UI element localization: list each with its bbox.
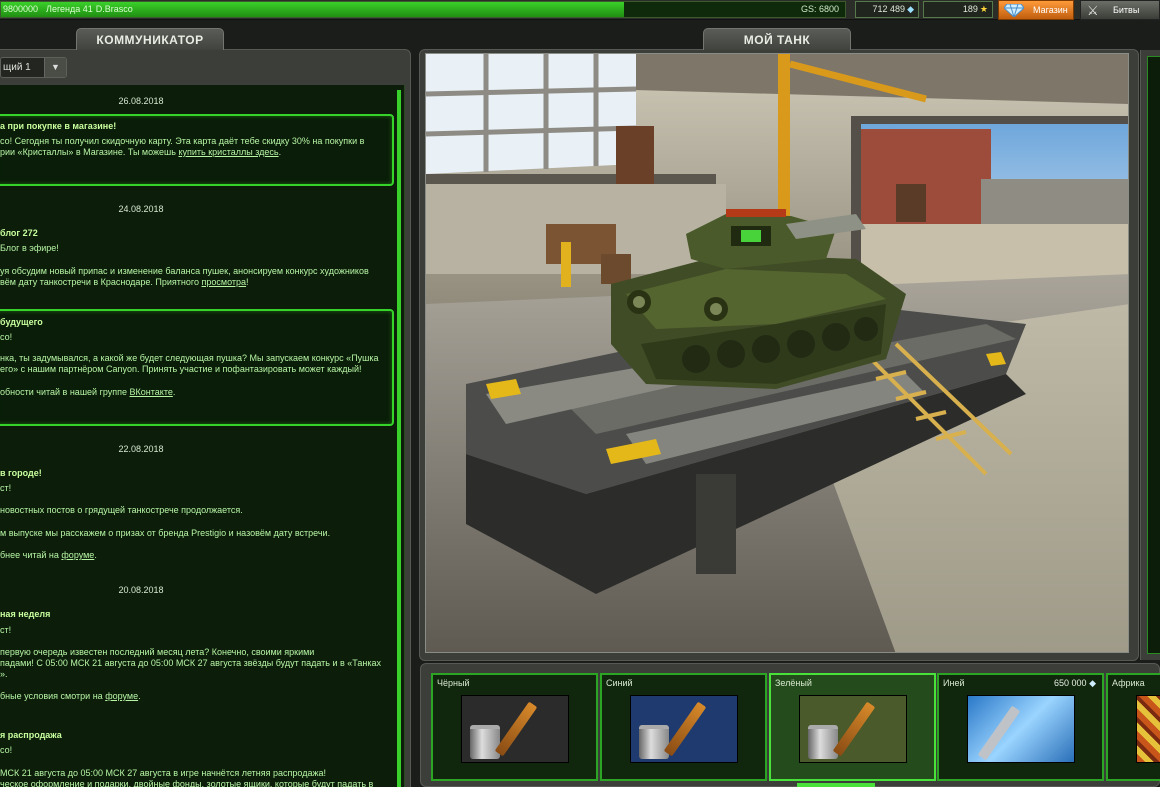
news-title: в городе! bbox=[0, 468, 42, 478]
news-feed[interactable]: 26.08.2018 а при покупке в магазине! со!… bbox=[0, 85, 405, 787]
news-greeting: Блог в эфире! bbox=[0, 243, 59, 253]
gear-score: GS: 6800 bbox=[800, 4, 839, 14]
shop-button[interactable]: Магазин bbox=[998, 0, 1074, 20]
paint-name: Зелёный bbox=[775, 678, 812, 688]
news-title: а при покупке в магазине! bbox=[0, 121, 117, 131]
paint-item-africa[interactable]: Африка bbox=[1106, 673, 1160, 781]
news-link[interactable]: ВКонтакте bbox=[130, 387, 173, 397]
stars-counter: 189 ★ bbox=[923, 1, 993, 18]
paint-name: Африка bbox=[1112, 678, 1145, 688]
news-link-tail: . bbox=[278, 147, 282, 157]
right-side-panel-content bbox=[1147, 56, 1160, 654]
news-title: ная неделя bbox=[0, 609, 51, 619]
news-date: 26.08.2018 bbox=[118, 96, 164, 106]
news-greeting: ст! bbox=[0, 625, 12, 635]
battles-button[interactable]: ⚔ Битвы bbox=[1080, 0, 1160, 20]
paint-can-icon bbox=[808, 725, 838, 759]
paint-swatch bbox=[1136, 695, 1160, 763]
paint-price: 650 000 ◆ bbox=[1054, 678, 1096, 689]
paint-can-icon bbox=[470, 725, 500, 759]
chevron-down-icon[interactable]: ▼ bbox=[44, 58, 66, 77]
news-text-with-link: бные условия смотри на форуме. bbox=[0, 691, 141, 702]
channel-dropdown[interactable]: щий 1 ▼ bbox=[0, 57, 67, 78]
news-link[interactable]: форуме bbox=[105, 691, 138, 701]
diamond-icon bbox=[1004, 4, 1024, 17]
news-link-tail: . bbox=[138, 691, 141, 701]
news-text: уя обсудим новый припас и изменение бала… bbox=[0, 266, 369, 276]
paint-item-green[interactable]: Зелёный bbox=[769, 673, 936, 781]
crystals-counter: 712 489 ◆ bbox=[855, 1, 919, 18]
news-text-with-link: рии «Кристаллы» в Магазине. Ты можешь ку… bbox=[0, 147, 281, 158]
stars-value: 189 bbox=[962, 4, 978, 14]
news-scrollbar[interactable] bbox=[397, 90, 401, 787]
news-link[interactable]: купить кристаллы здесь bbox=[178, 147, 278, 157]
news-text: обности читай в нашей группе bbox=[0, 387, 128, 397]
experience-value: 9800000 bbox=[3, 4, 39, 14]
news-title: я распродажа bbox=[0, 730, 62, 740]
paint-price-value: 650 000 bbox=[1054, 678, 1087, 688]
right-side-panel bbox=[1140, 50, 1160, 660]
paint-name: Иней bbox=[943, 678, 965, 688]
news-text: со! Сегодня ты получил скидочную карту. … bbox=[0, 136, 365, 146]
news-text: м выпуске мы расскажем о призах от бренд… bbox=[0, 528, 331, 538]
crystal-icon: ◆ bbox=[1089, 678, 1096, 688]
news-greeting: со! bbox=[0, 332, 13, 342]
news-scrollbar-thumb[interactable] bbox=[397, 90, 401, 787]
news-text: бные условия смотри на bbox=[0, 691, 103, 701]
paint-can-icon bbox=[639, 725, 669, 759]
crystal-icon: ◆ bbox=[907, 4, 914, 14]
news-text: МСК 21 августа до 05:00 МСК 27 августа в… bbox=[0, 768, 326, 778]
my-tank-tab[interactable]: МОЙ ТАНК bbox=[703, 28, 851, 50]
player-info: 9800000 Легенда 41 D.Brasco bbox=[3, 4, 141, 14]
communicator-tab[interactable]: КОММУНИКАТОР bbox=[76, 28, 224, 50]
crystals-value: 712 489 bbox=[872, 4, 906, 14]
paint-item-frost[interactable]: Иней 650 000 ◆ bbox=[937, 673, 1104, 781]
news-text: ». bbox=[0, 669, 8, 679]
news-text-with-link: обности читай в нашей группе ВКонтакте. bbox=[0, 387, 175, 398]
top-bar: 9800000 Легенда 41 D.Brasco GS: 6800 712 4… bbox=[0, 0, 1160, 20]
paint-name: Чёрный bbox=[437, 678, 470, 688]
news-text: рии «Кристаллы» в Магазине. Ты можешь bbox=[0, 147, 176, 157]
news-text: ческое оформление и подарки, двойные фон… bbox=[0, 779, 374, 787]
news-text: нка, ты задумывался, а какой же будет сл… bbox=[0, 353, 379, 363]
news-text: бнее читай на bbox=[0, 550, 59, 560]
paint-item-blue[interactable]: Синий bbox=[600, 673, 767, 781]
paint-name: Синий bbox=[606, 678, 633, 688]
news-text: вём дату танкостречи в Краснодаре. Прият… bbox=[0, 277, 199, 287]
news-date: 20.08.2018 bbox=[118, 585, 164, 595]
news-text: падами! С 05:00 МСК 21 августа до 05:00 … bbox=[0, 658, 382, 668]
news-text: новостных постов о грядущей танкостречe … bbox=[0, 505, 243, 515]
news-text: его» с нашим партнёром Canyon. Принять у… bbox=[0, 364, 362, 374]
news-link-tail: ! bbox=[246, 277, 249, 287]
news-greeting: ст! bbox=[0, 483, 12, 493]
battles-label: Битвы bbox=[1113, 5, 1140, 15]
news-text: первую очередь известен последний месяц … bbox=[0, 647, 315, 657]
news-link[interactable]: просмотра bbox=[202, 277, 247, 287]
news-text-with-link: бнее читай на форуме. bbox=[0, 550, 97, 561]
crossed-swords-icon: ⚔ bbox=[1087, 3, 1099, 18]
garage-scene-image bbox=[426, 54, 1128, 652]
news-title: будущего bbox=[0, 317, 43, 327]
news-link-tail: . bbox=[172, 387, 176, 397]
player-name: D.Brasco bbox=[95, 4, 133, 14]
news-date: 24.08.2018 bbox=[118, 204, 164, 214]
garage-viewport[interactable] bbox=[425, 53, 1129, 653]
news-title: блог 272 bbox=[0, 228, 38, 238]
channel-dropdown-value: щий 1 bbox=[3, 62, 31, 73]
news-link-tail: . bbox=[94, 550, 97, 560]
paint-item-black[interactable]: Чёрный bbox=[431, 673, 598, 781]
selected-indicator bbox=[797, 783, 875, 787]
shop-label: Магазин bbox=[1033, 5, 1068, 15]
star-icon: ★ bbox=[979, 4, 988, 14]
player-rank: Легенда 41 bbox=[46, 4, 93, 14]
news-text-with-link: вём дату танкостречи в Краснодаре. Прият… bbox=[0, 277, 249, 288]
news-link[interactable]: форуме bbox=[61, 550, 94, 560]
experience-bar: 9800000 Легенда 41 D.Brasco GS: 6800 bbox=[0, 1, 846, 18]
news-greeting: со! bbox=[0, 745, 13, 755]
news-date: 22.08.2018 bbox=[118, 444, 164, 454]
